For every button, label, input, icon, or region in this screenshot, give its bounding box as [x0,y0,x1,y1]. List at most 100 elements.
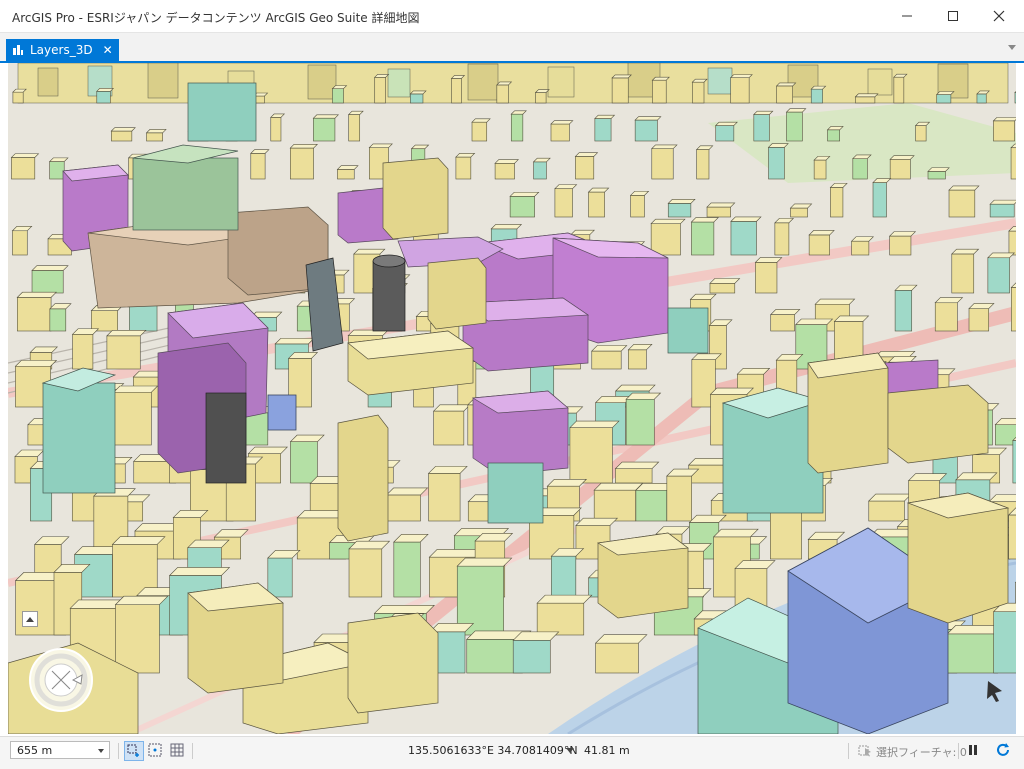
building [935,303,957,331]
building-roof [576,518,617,525]
building-roof [491,224,521,228]
building-roof [32,266,68,271]
building-roof [107,330,146,336]
refresh-button[interactable] [994,741,1012,759]
building-roof [937,91,954,94]
building [91,311,117,331]
building [73,334,93,369]
building-roof [537,595,592,603]
building-roof [111,128,135,131]
scene-map-icon [12,44,24,56]
map-view-3d[interactable] [8,63,1016,734]
chevron-down-icon[interactable] [566,748,574,753]
grid-icon [170,743,184,757]
building [497,85,509,103]
building [916,126,927,141]
status-bar: 655 m 135.5061633°E 34.7081409°N 41.81 m… [0,736,1024,769]
building-roof [769,144,789,148]
building [731,221,757,255]
chevron-up-icon[interactable] [22,611,38,627]
building [17,297,51,331]
building [595,119,611,141]
title-bar: ArcGIS Pro - ESRIジャパン データコンテンツ ArcGIS Ge… [0,0,1024,33]
building-roof [375,605,435,613]
separator [118,743,119,759]
building [710,283,735,293]
minimize-button[interactable] [884,0,930,32]
building [510,196,534,217]
building-roof [495,160,518,164]
tab-layers-3d[interactable]: Layers_3D ✕ [6,39,119,61]
building-roof [596,635,647,643]
close-button[interactable] [976,0,1022,32]
building-roof [595,115,615,118]
building [692,82,704,103]
building-roof [456,153,475,157]
building [873,183,886,217]
scale-selector[interactable]: 655 m [10,741,110,759]
building-roof [787,109,806,112]
building [1009,515,1016,559]
selected-features-count: 選択フィーチャ: 0 [876,744,967,760]
building [534,162,547,179]
building-roof [290,144,317,148]
building [97,91,111,103]
building-roof [115,596,167,604]
building-roof [188,540,229,548]
grid-snap-icon [148,743,162,757]
navigator-icon[interactable] [28,647,94,713]
selection-icon [856,741,874,759]
building [1015,92,1016,103]
building-roof [616,385,655,391]
building-roof [755,258,781,263]
building-roof [809,230,834,234]
building [777,86,793,103]
building [537,603,584,635]
building-roof [993,117,1016,120]
maximize-button[interactable] [930,0,976,32]
building-roof [691,218,718,222]
snapping-button[interactable] [124,741,144,761]
building-roof [113,537,165,545]
building [952,254,974,293]
building [1009,231,1016,255]
building [434,411,464,445]
snapping-icon [127,744,141,758]
building-roof [652,77,669,80]
building [853,159,867,179]
view-tab-strip: Layers_3D ✕ [0,33,1024,63]
separator [848,743,849,759]
building [337,169,354,179]
building-roof [170,567,230,575]
building [691,222,713,255]
building [456,157,471,179]
pause-drawing-button[interactable] [964,741,982,759]
building-roof [337,166,358,170]
building [652,149,673,179]
building-roof [114,386,158,392]
building [332,89,343,103]
building [375,77,386,103]
building [869,501,905,521]
navigator-control[interactable] [28,647,94,713]
building [114,392,152,445]
minimize-icon [901,10,913,22]
scene-canvas[interactable] [8,63,1016,734]
building-roof [869,494,912,501]
grid-snap-button[interactable] [146,741,164,759]
grid-button[interactable] [168,741,186,759]
chevron-down-icon[interactable] [1008,45,1016,50]
building [787,112,803,141]
building [268,558,292,597]
building-roof [952,249,979,254]
building [731,78,749,103]
building-roof [714,529,758,537]
close-icon[interactable]: ✕ [103,43,113,57]
building-roof [11,154,38,158]
building-roof [796,319,833,325]
building [809,235,829,255]
building [1011,148,1016,179]
building [1011,287,1016,331]
window-title: ArcGIS Pro - ESRIジャパン データコンテンツ ArcGIS Ge… [12,9,420,26]
building-roof [513,632,558,640]
